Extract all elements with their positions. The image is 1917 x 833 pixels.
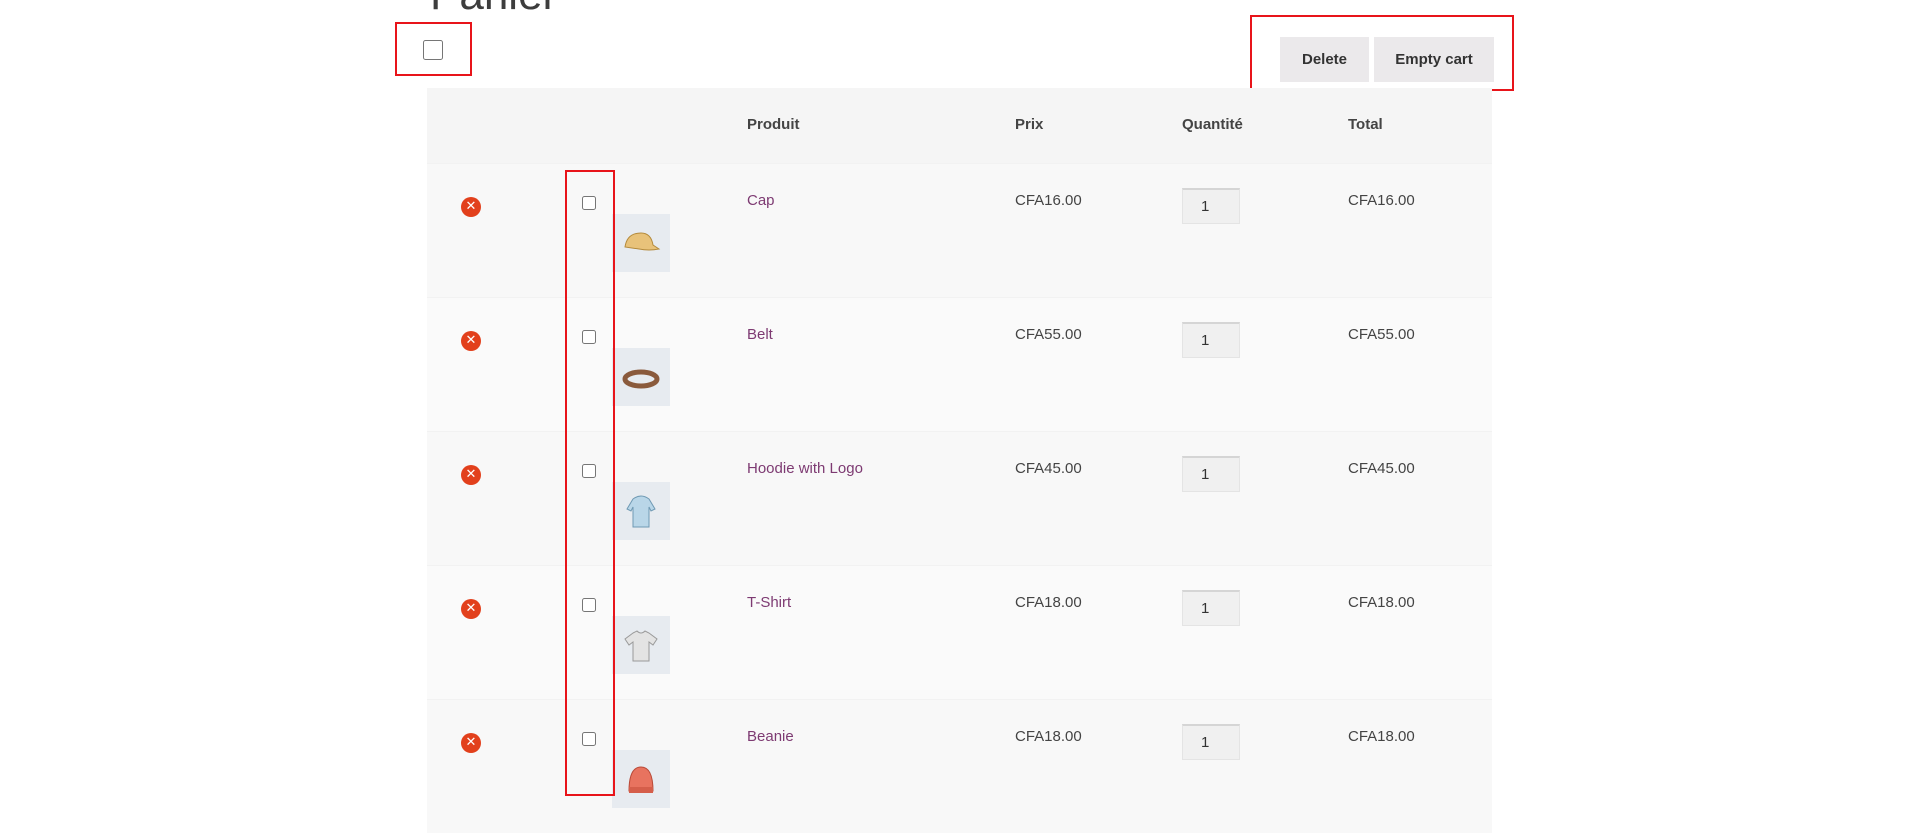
cart-actions-highlight: Delete Empty cart <box>1250 15 1514 91</box>
product-price: CFA18.00 <box>1015 728 1082 745</box>
hoodie-icon[interactable] <box>612 482 670 540</box>
table-row: ✕ Beanie CFA18.00 1 CFA18.00 <box>427 699 1492 833</box>
product-price: CFA55.00 <box>1015 326 1082 343</box>
product-link[interactable]: Belt <box>747 326 773 343</box>
line-total: CFA16.00 <box>1348 192 1415 209</box>
row-select-checkbox[interactable] <box>582 598 596 612</box>
table-row: ✕ Cap CFA16.00 1 CFA16.00 <box>427 163 1492 297</box>
row-select-checkbox[interactable] <box>582 330 596 344</box>
cap-icon[interactable] <box>612 214 670 272</box>
table-row: ✕ Belt CFA55.00 1 CFA55.00 <box>427 297 1492 431</box>
remove-item-icon[interactable]: ✕ <box>461 197 481 217</box>
table-header: Produit Prix Quantité Total <box>427 88 1492 163</box>
line-total: CFA55.00 <box>1348 326 1415 343</box>
cart-table: Produit Prix Quantité Total ✕ Cap CFA16.… <box>427 88 1492 833</box>
remove-item-icon[interactable]: ✕ <box>461 331 481 351</box>
quantity-input[interactable]: 1 <box>1182 188 1240 224</box>
line-total: CFA18.00 <box>1348 594 1415 611</box>
quantity-input[interactable]: 1 <box>1182 590 1240 626</box>
table-row: ✕ Hoodie with Logo CFA45.00 1 CFA45.00 <box>427 431 1492 565</box>
quantity-input[interactable]: 1 <box>1182 322 1240 358</box>
product-link[interactable]: Hoodie with Logo <box>747 460 863 477</box>
product-link[interactable]: Beanie <box>747 728 794 745</box>
empty-cart-button[interactable]: Empty cart <box>1374 37 1494 82</box>
table-row: ✕ T-Shirt CFA18.00 1 CFA18.00 <box>427 565 1492 699</box>
select-all-highlight <box>395 22 472 76</box>
product-price: CFA16.00 <box>1015 192 1082 209</box>
row-select-checkbox[interactable] <box>582 732 596 746</box>
header-quantity: Quantité <box>1182 116 1243 133</box>
belt-icon[interactable] <box>612 348 670 406</box>
delete-button[interactable]: Delete <box>1280 37 1369 82</box>
product-price: CFA18.00 <box>1015 594 1082 611</box>
line-total: CFA45.00 <box>1348 460 1415 477</box>
product-price: CFA45.00 <box>1015 460 1082 477</box>
header-product: Produit <box>747 116 800 133</box>
line-total: CFA18.00 <box>1348 728 1415 745</box>
quantity-input[interactable]: 1 <box>1182 456 1240 492</box>
select-all-checkbox[interactable] <box>423 40 443 60</box>
beanie-icon[interactable] <box>612 750 670 808</box>
remove-item-icon[interactable]: ✕ <box>461 599 481 619</box>
product-link[interactable]: T-Shirt <box>747 594 791 611</box>
product-link[interactable]: Cap <box>747 192 775 209</box>
row-select-checkbox[interactable] <box>582 196 596 210</box>
page-title: Panier <box>430 0 557 20</box>
remove-item-icon[interactable]: ✕ <box>461 733 481 753</box>
tshirt-icon[interactable] <box>612 616 670 674</box>
header-total: Total <box>1348 116 1383 133</box>
row-select-checkbox[interactable] <box>582 464 596 478</box>
quantity-input[interactable]: 1 <box>1182 724 1240 760</box>
remove-item-icon[interactable]: ✕ <box>461 465 481 485</box>
header-price: Prix <box>1015 116 1044 133</box>
